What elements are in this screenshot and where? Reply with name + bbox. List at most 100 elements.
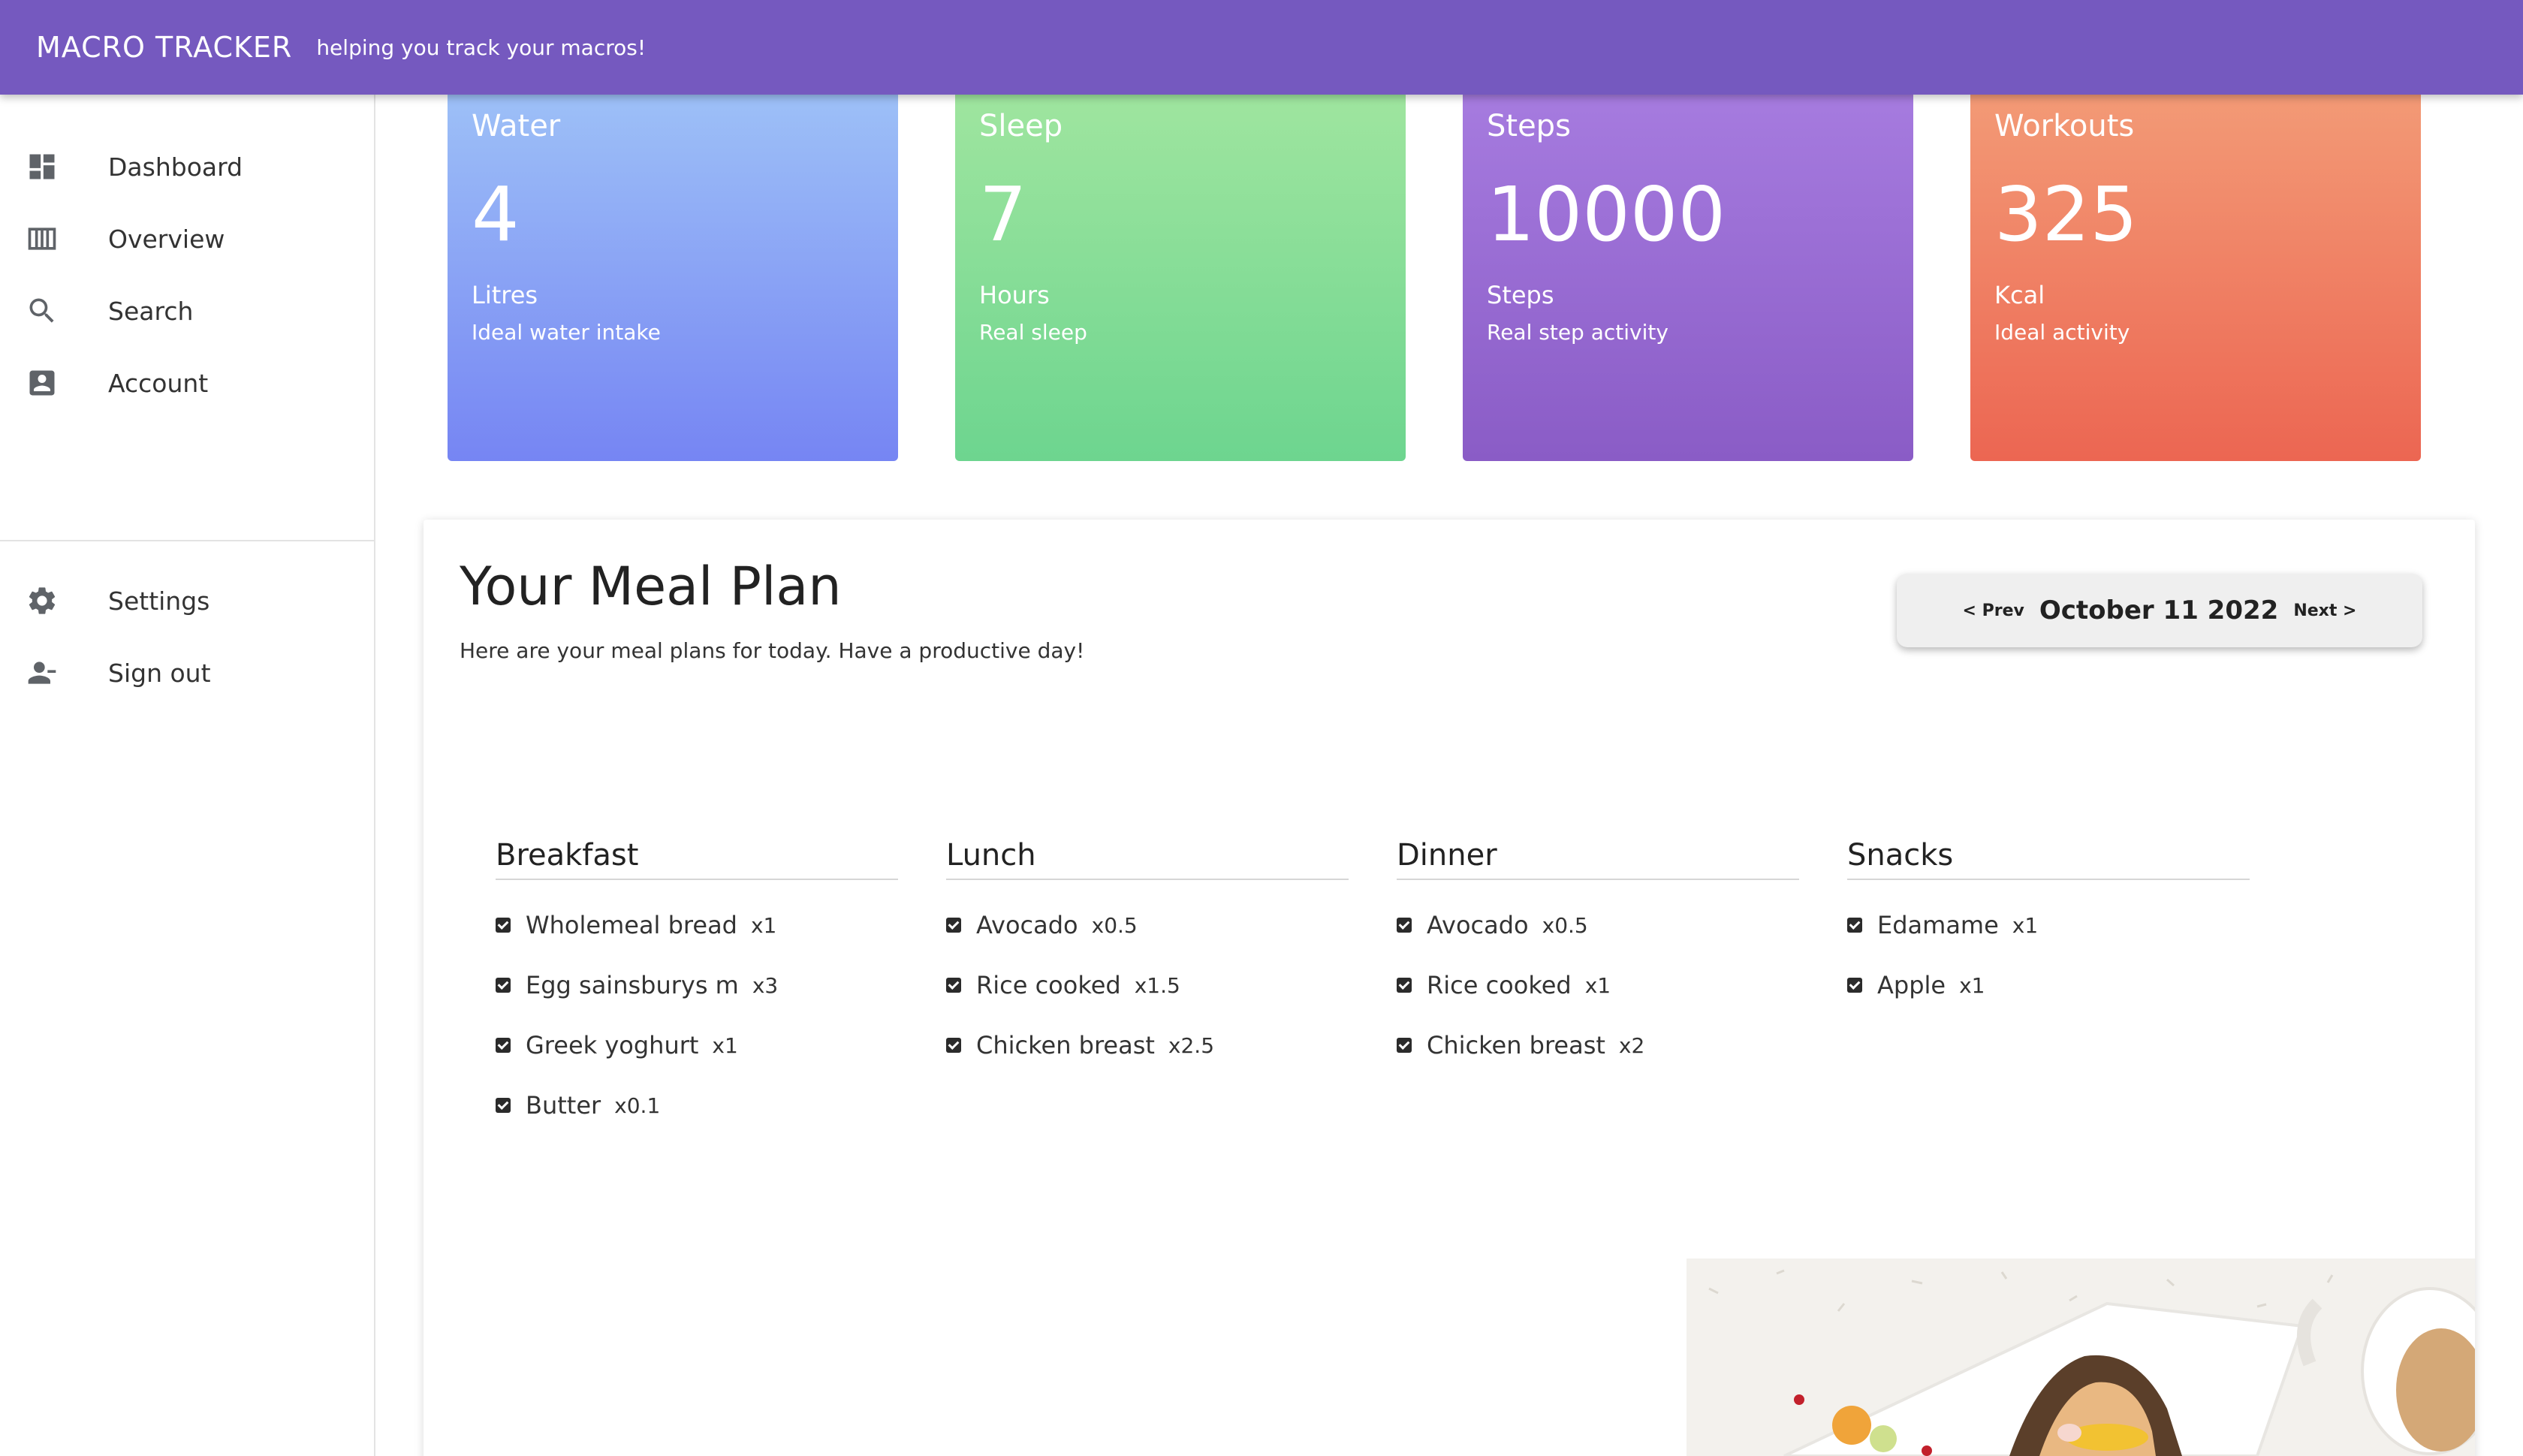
- meal-item-name: Apple: [1877, 971, 1946, 999]
- meal-item[interactable]: Avocado x0.5: [1397, 910, 1799, 940]
- meal-item[interactable]: Butter x0.1: [496, 1090, 898, 1120]
- stat-card-sleep: Sleep 7 Hours Real sleep: [955, 95, 1406, 461]
- meal-item[interactable]: Avocado x0.5: [946, 910, 1349, 940]
- meal-item[interactable]: Apple x1: [1847, 970, 2250, 1000]
- stat-card-unit: Kcal: [1994, 281, 2045, 309]
- meal-item-qty: x0.5: [1091, 912, 1138, 938]
- checkbox-icon[interactable]: [946, 918, 961, 933]
- sidebar-item-label: Dashboard: [108, 152, 243, 182]
- checkbox-icon[interactable]: [946, 978, 961, 993]
- search-icon: [29, 298, 54, 323]
- stat-card-water: Water 4 Litres Ideal water intake: [448, 95, 898, 461]
- checkbox-icon[interactable]: [946, 1038, 961, 1053]
- checkbox-icon[interactable]: [1397, 1038, 1412, 1053]
- prev-day-button[interactable]: < Prev: [1963, 601, 2024, 620]
- meal-item-name: Greek yoghurt: [526, 1031, 699, 1060]
- checkbox-icon[interactable]: [496, 918, 511, 933]
- stat-card-unit: Hours: [979, 281, 1050, 309]
- meal-column-dinner: Dinner Avocado x0.5 Rice cooked x1 Chick…: [1397, 838, 1799, 1060]
- meal-item-name: Avocado: [976, 911, 1078, 939]
- meal-item-qty: x1: [1584, 972, 1611, 998]
- meal-item[interactable]: Chicken breast x2.5: [946, 1030, 1349, 1060]
- sidebar: Dashboard Overview Search Account Settin…: [0, 95, 375, 1456]
- meal-title: Breakfast: [496, 838, 898, 880]
- meal-plan-title: Your Meal Plan: [460, 556, 842, 617]
- checkbox-icon[interactable]: [496, 978, 511, 993]
- meal-plan-subtitle: Here are your meal plans for today. Have…: [460, 638, 1085, 663]
- stat-card-description: Ideal water intake: [472, 320, 661, 345]
- sidebar-item-label: Sign out: [108, 658, 211, 688]
- food-photo-illustration: [1687, 1259, 2475, 1456]
- meal-item-name: Chicken breast: [976, 1031, 1155, 1060]
- stat-card-title: Water: [472, 109, 561, 143]
- meal-item[interactable]: Wholemeal bread x1: [496, 910, 898, 940]
- meal-item-name: Rice cooked: [976, 971, 1121, 999]
- meal-item[interactable]: Rice cooked x1.5: [946, 970, 1349, 1000]
- checkbox-icon[interactable]: [1397, 978, 1412, 993]
- sidebar-divider: [0, 540, 374, 541]
- checkbox-icon[interactable]: [1847, 978, 1862, 993]
- meal-item-name: Edamame: [1877, 911, 1999, 939]
- stat-card-description: Ideal activity: [1994, 320, 2130, 345]
- stat-card-steps: Steps 10000 Steps Real step activity: [1463, 95, 1913, 461]
- sidebar-item-label: Overview: [108, 224, 225, 254]
- app-title: MACRO TRACKER: [36, 31, 293, 64]
- stat-card-unit: Litres: [472, 281, 538, 309]
- stat-card-title: Sleep: [979, 109, 1063, 143]
- sidebar-item-label: Search: [108, 296, 194, 326]
- meal-item-qty: x3: [752, 972, 779, 998]
- meal-item[interactable]: Egg sainsburys m x3: [496, 970, 898, 1000]
- current-date: October 11 2022: [2039, 595, 2279, 626]
- meal-column-breakfast: Breakfast Wholemeal bread x1 Egg sainsbu…: [496, 838, 898, 1120]
- checkbox-icon[interactable]: [1397, 918, 1412, 933]
- meal-title: Snacks: [1847, 838, 2250, 880]
- account-box-icon: [29, 370, 55, 396]
- meal-item-name: Chicken breast: [1427, 1031, 1605, 1060]
- stat-card-value: 10000: [1487, 170, 1726, 258]
- stat-card-workouts: Workouts 325 Kcal Ideal activity: [1970, 95, 2421, 461]
- sidebar-item-label: Settings: [108, 586, 210, 616]
- stat-card-description: Real sleep: [979, 320, 1087, 345]
- stat-card-value: 4: [472, 170, 520, 258]
- app-bar: MACRO TRACKER helping you track your mac…: [0, 0, 2523, 95]
- checkbox-icon[interactable]: [1847, 918, 1862, 933]
- stat-card-unit: Steps: [1487, 281, 1554, 309]
- meal-item-name: Avocado: [1427, 911, 1529, 939]
- sidebar-item-sign-out[interactable]: Sign out: [0, 637, 374, 709]
- dashboard-icon: [29, 154, 55, 179]
- checkbox-icon[interactable]: [496, 1098, 511, 1113]
- sidebar-item-settings[interactable]: Settings: [0, 565, 374, 637]
- stat-card-title: Workouts: [1994, 109, 2135, 143]
- meal-column-snacks: Snacks Edamame x1 Apple x1: [1847, 838, 2250, 1000]
- meal-item-qty: x0.1: [614, 1093, 661, 1118]
- meal-item-qty: x2.5: [1168, 1032, 1215, 1058]
- sidebar-item-label: Account: [108, 368, 209, 398]
- sidebar-item-account[interactable]: Account: [0, 347, 374, 419]
- sidebar-item-dashboard[interactable]: Dashboard: [0, 131, 374, 203]
- sidebar-item-search[interactable]: Search: [0, 275, 374, 347]
- meal-item-qty: x0.5: [1542, 912, 1588, 938]
- date-navigator: < Prev October 11 2022 Next >: [1897, 574, 2422, 647]
- gear-icon: [29, 587, 56, 614]
- meal-title: Dinner: [1397, 838, 1799, 880]
- meal-item[interactable]: Edamame x1: [1847, 910, 2250, 940]
- sidebar-item-overview[interactable]: Overview: [0, 203, 374, 275]
- view-column-icon: [28, 228, 56, 250]
- stat-card-title: Steps: [1487, 109, 1571, 143]
- person-remove-icon: [28, 662, 56, 684]
- meal-item-name: Rice cooked: [1427, 971, 1572, 999]
- meal-item-qty: x1: [750, 912, 777, 938]
- checkbox-icon[interactable]: [496, 1038, 511, 1053]
- meal-title: Lunch: [946, 838, 1349, 880]
- stat-card-description: Real step activity: [1487, 320, 1668, 345]
- meal-item[interactable]: Chicken breast x2: [1397, 1030, 1799, 1060]
- meal-item-name: Egg sainsburys m: [526, 971, 739, 999]
- meal-item[interactable]: Greek yoghurt x1: [496, 1030, 898, 1060]
- meal-item-name: Butter: [526, 1091, 601, 1120]
- meal-item-qty: x2: [1618, 1032, 1645, 1058]
- next-day-button[interactable]: Next >: [2293, 601, 2356, 620]
- meal-item[interactable]: Rice cooked x1: [1397, 970, 1799, 1000]
- stat-card-value: 325: [1994, 170, 2138, 258]
- meal-item-qty: x1: [712, 1032, 738, 1058]
- meal-column-lunch: Lunch Avocado x0.5 Rice cooked x1.5 Chic…: [946, 838, 1349, 1060]
